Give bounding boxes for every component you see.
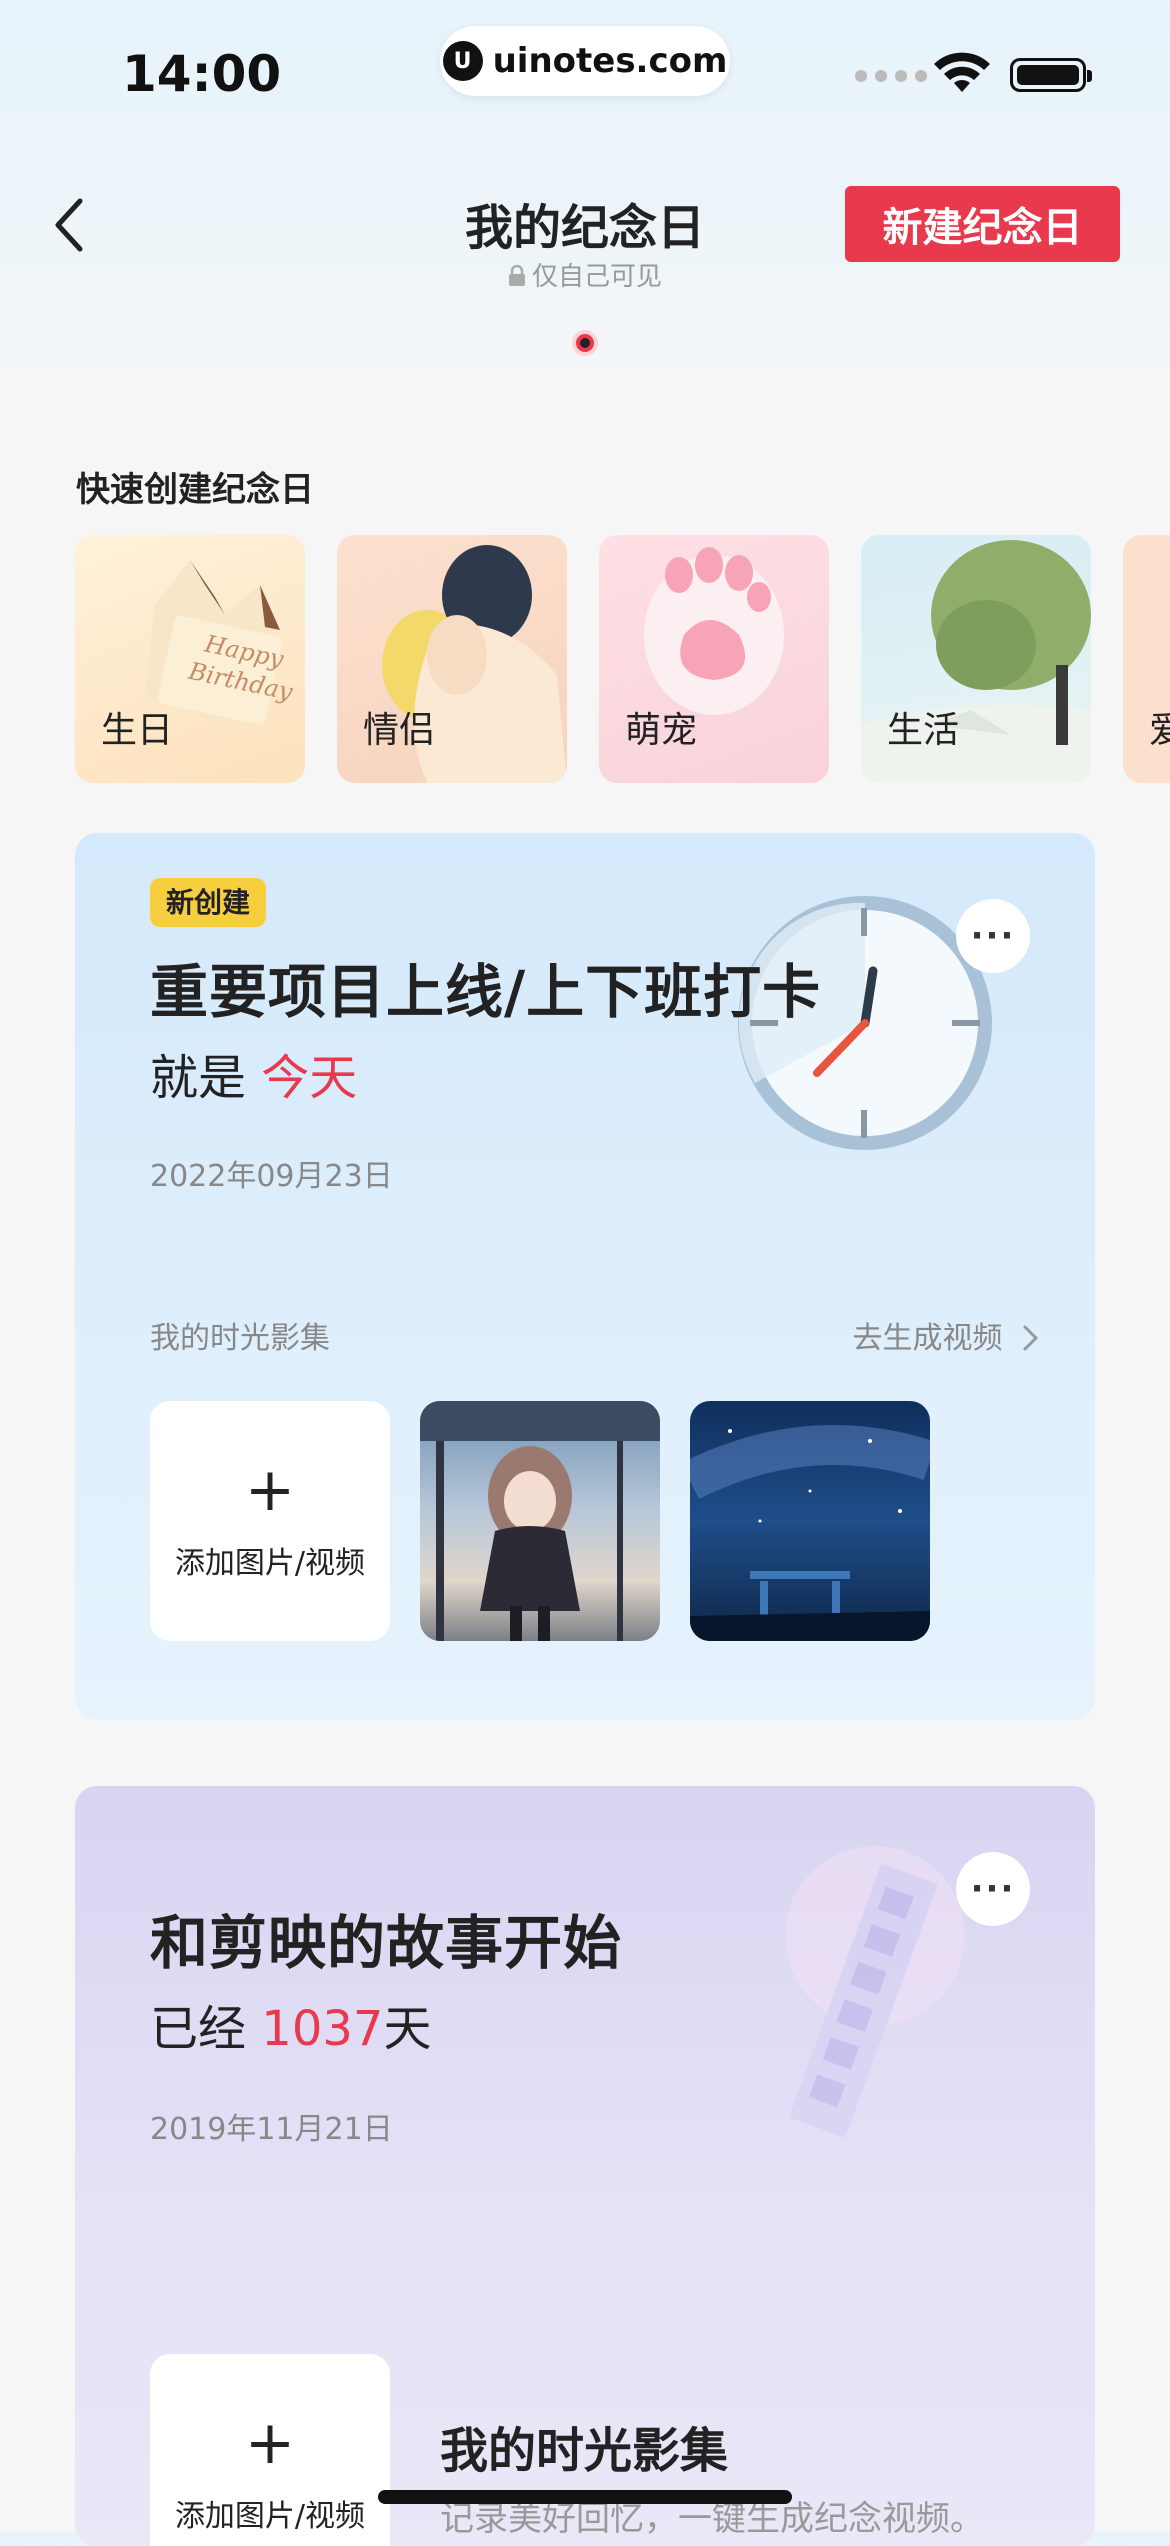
new-anniversary-button[interactable]: 新建纪念日: [845, 186, 1120, 262]
more-options-button[interactable]: ···: [956, 1852, 1030, 1926]
starry-torii-image: [690, 1425, 930, 1641]
quick-create-life[interactable]: 生活: [861, 535, 1091, 783]
count-value: 今天: [261, 1050, 358, 1106]
wifi-icon: [934, 52, 990, 92]
event-date: 2019年11月21日: [150, 2112, 393, 2147]
quick-create-label-birthday: 生日: [101, 710, 174, 751]
battery-icon: [1010, 58, 1092, 92]
media-thumbnail[interactable]: [420, 1401, 660, 1641]
event-day-count: 已经 1037天: [150, 1989, 431, 2059]
quick-create-love[interactable]: 爱: [1123, 535, 1170, 783]
lock-icon: [508, 264, 525, 286]
event-title: 和剪映的故事开始: [150, 1909, 623, 1977]
count-prefix: 就是: [150, 1050, 247, 1106]
event-date: 2022年09月23日: [150, 1159, 393, 1194]
anime-girl-image: [420, 1401, 660, 1641]
album-label: 我的时光影集: [150, 1321, 330, 1356]
count-suffix: 天: [383, 2001, 432, 2057]
quick-create-label-love: 爱: [1149, 710, 1170, 751]
status-time: 14:00: [122, 45, 282, 103]
quick-create-label-couple: 情侣: [363, 710, 436, 751]
chevron-right-icon: [1023, 1325, 1039, 1351]
url-text: uinotes.com: [492, 41, 728, 81]
quick-create-couple[interactable]: 情侣: [337, 535, 567, 783]
album-title: 我的时光影集: [440, 2423, 729, 2479]
plus-icon: +: [244, 2408, 296, 2478]
home-indicator: [378, 2490, 792, 2504]
film-strip-icon: [785, 1846, 965, 2138]
plus-icon: +: [244, 1455, 296, 1525]
add-media-button[interactable]: + 添加图片/视频: [150, 1401, 390, 1641]
quick-create-birthday[interactable]: Happy Birthday 生日: [75, 535, 305, 783]
add-media-label: 添加图片/视频: [174, 1546, 366, 1581]
generate-video-link[interactable]: 去生成视频: [852, 1313, 1040, 1357]
media-thumbnail[interactable]: [690, 1401, 930, 1641]
add-media-label: 添加图片/视频: [174, 2499, 366, 2534]
event-day-count: 就是 今天: [150, 1038, 357, 1108]
new-badge: 新创建: [150, 878, 267, 927]
count-value: 1037: [261, 2001, 384, 2057]
url-pill: U uinotes.com: [440, 26, 730, 96]
quick-create-label-pet: 萌宠: [625, 710, 698, 751]
more-options-button[interactable]: ···: [956, 899, 1030, 973]
add-media-button[interactable]: + 添加图片/视频: [150, 2354, 390, 2546]
page-indicator-dot: [572, 330, 598, 356]
quick-create-label-life: 生活: [887, 710, 960, 751]
event-card[interactable]: ··· 新创建 重要项目上线/上下班打卡 就是 今天 2022年09月23日 我…: [75, 833, 1095, 1720]
event-title: 重要项目上线/上下班打卡: [150, 958, 822, 1026]
quick-create-pet[interactable]: 萌宠: [599, 535, 829, 783]
site-logo-icon: U: [442, 41, 483, 81]
quick-create-label: 快速创建纪念日: [76, 470, 314, 510]
count-prefix: 已经: [150, 2001, 247, 2057]
event-card[interactable]: ··· 和剪映的故事开始 已经 1037天 2019年11月21日 + 添加图片…: [75, 1786, 1095, 2546]
generate-video-label: 去生成视频: [852, 1321, 1003, 1356]
cellular-signal-icon: [855, 70, 927, 82]
subtitle-text: 仅自己可见: [531, 262, 662, 292]
